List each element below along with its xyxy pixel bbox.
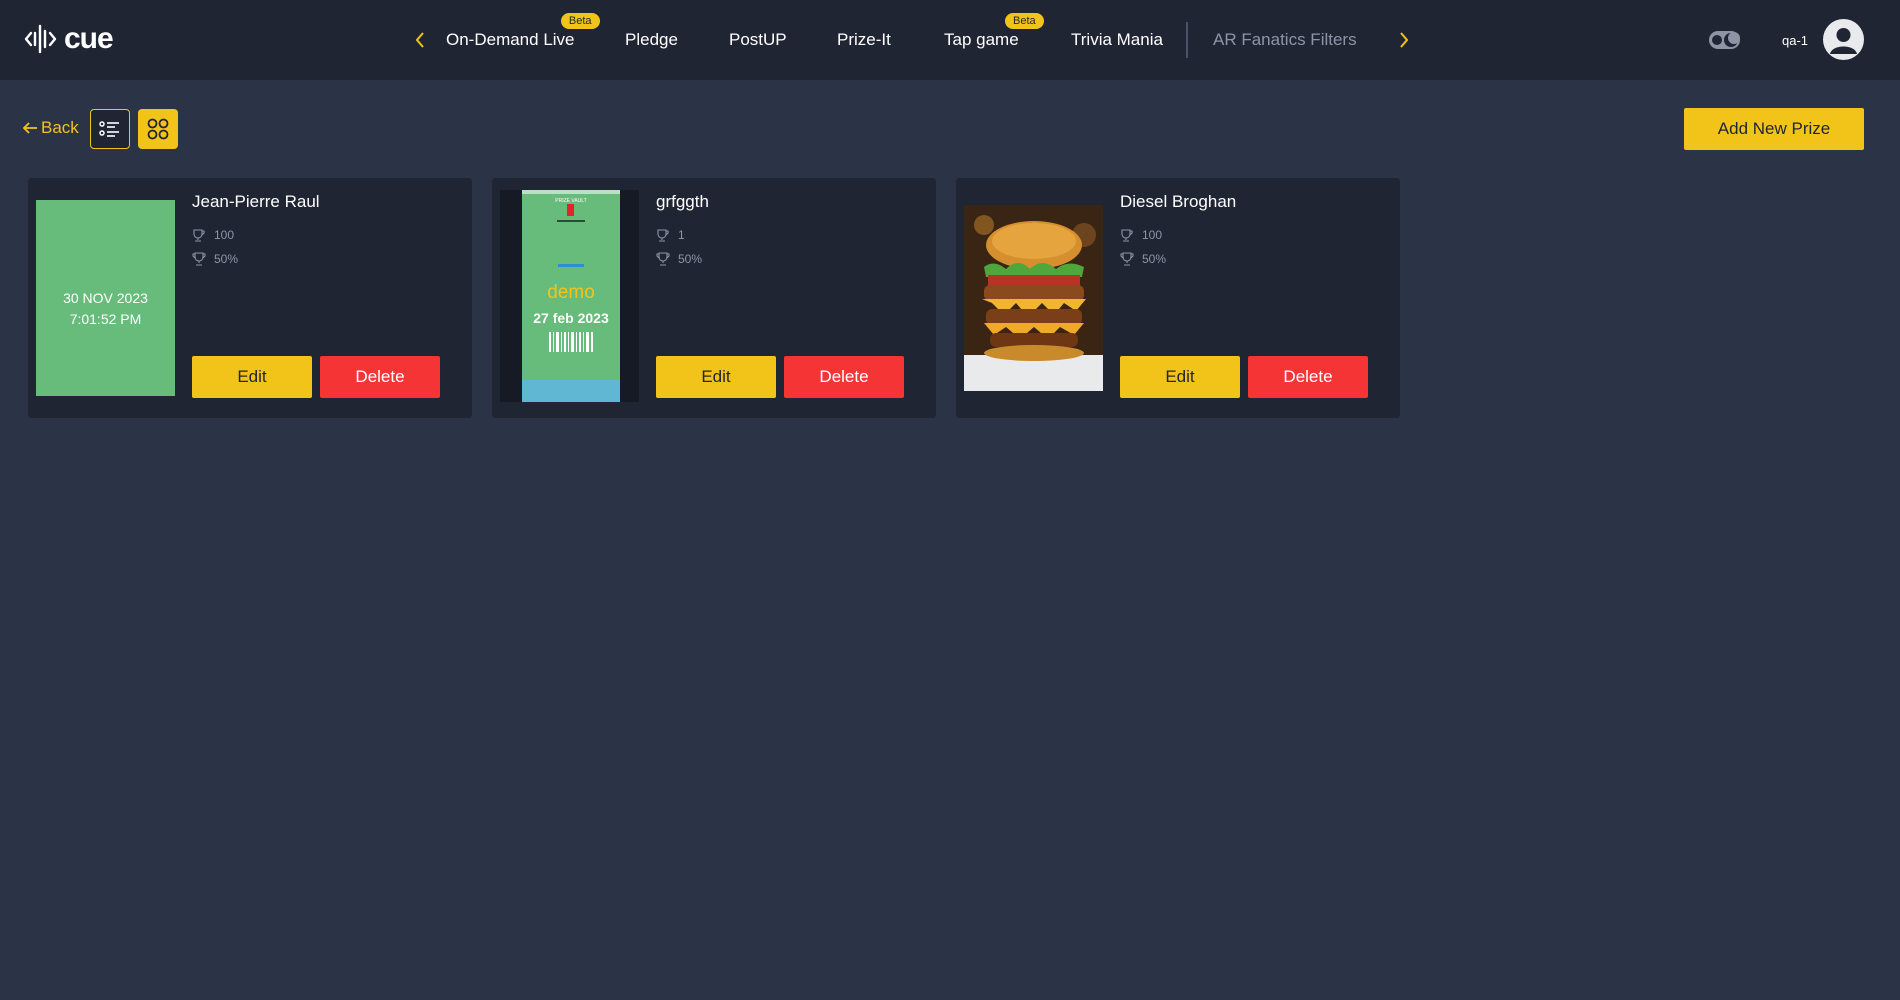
back-link[interactable]: Back <box>21 118 79 138</box>
toggle-knob <box>1712 35 1722 45</box>
nav-item-label: Prize-It <box>837 30 891 49</box>
burger-photo <box>964 205 1103 391</box>
beta-badge: Beta <box>560 13 600 29</box>
cue-logo[interactable]: cue <box>24 22 114 56</box>
prize-probability: 50% <box>192 252 238 266</box>
ticket-line <box>557 220 585 222</box>
trophy-stack-icon <box>193 229 205 242</box>
nav-item-postup[interactable]: PostUP <box>729 30 787 50</box>
prize-quantity: 100 <box>192 228 234 242</box>
delete-button[interactable]: Delete <box>320 356 440 398</box>
nav-item-label: Trivia Mania <box>1071 30 1163 49</box>
ticket-graphic: PRIZE VAULT demo 27 feb 2023 <box>522 190 620 402</box>
grid-icon <box>147 118 169 140</box>
top-bar: cue On-Demand Live Beta Pledge PostUP Pr… <box>0 0 1900 80</box>
nav-item-label: Pledge <box>625 30 678 49</box>
grid-view-button[interactable] <box>138 109 178 149</box>
username: qa-1 <box>1782 33 1809 48</box>
nav-item-ar-fanatics-filters[interactable]: AR Fanatics Filters <box>1213 30 1357 50</box>
nav-item-label: PostUP <box>729 30 787 49</box>
edit-button[interactable]: Edit <box>192 356 312 398</box>
trophy-icon <box>1120 252 1134 266</box>
nav-item-tap-game[interactable]: Tap game Beta <box>944 13 1044 50</box>
brand-name: cue <box>64 22 114 55</box>
theme-toggle[interactable] <box>1709 31 1740 49</box>
prize-image-date: 30 NOV 2023 <box>63 290 148 306</box>
prize-title: Diesel Broghan <box>1120 192 1237 211</box>
beta-badge: Beta <box>1005 13 1044 29</box>
prize-probability: 50% <box>1120 252 1166 266</box>
list-icon <box>99 121 119 137</box>
ticket-brand: demo <box>547 282 595 303</box>
chevron-left-icon <box>415 32 424 48</box>
nav-divider <box>1186 22 1188 58</box>
nav-next-arrow[interactable] <box>1392 27 1416 53</box>
nav-item-pledge[interactable]: Pledge <box>625 30 678 50</box>
prize-card: Diesel Broghan 100 50% Edit Delete <box>956 178 1400 418</box>
nav-item-label: On-Demand Live <box>446 30 575 49</box>
ticket-red-marker <box>567 204 574 216</box>
delete-button[interactable]: Delete <box>784 356 904 398</box>
trophy-stack-icon <box>657 229 669 242</box>
arrow-left-icon <box>22 122 37 134</box>
edit-button[interactable]: Edit <box>1120 356 1240 398</box>
delete-button[interactable]: Delete <box>1248 356 1368 398</box>
prize-probability-value: 50% <box>214 252 239 266</box>
prize-image-time: 7:01:52 PM <box>69 311 142 327</box>
ticket-top-bar <box>522 190 620 194</box>
nav-item-label: Tap game <box>944 30 1019 49</box>
nav-item-trivia-mania[interactable]: Trivia Mania <box>1071 30 1163 50</box>
ticket-date: 27 feb 2023 <box>533 310 609 326</box>
trophy-icon <box>192 252 206 266</box>
waveform-icon <box>24 24 57 54</box>
ticket-footer <box>522 380 620 402</box>
nav-item-on-demand-live[interactable]: On-Demand Live Beta <box>446 13 600 50</box>
prize-image: PRIZE VAULT demo 27 feb 2023 <box>500 190 639 402</box>
nav-item-label: AR Fanatics Filters <box>1213 30 1357 49</box>
prize-quantity: 100 <box>1120 228 1162 242</box>
prize-quantity-value: 100 <box>1142 228 1163 242</box>
list-view-button[interactable] <box>90 109 130 149</box>
prize-card: 30 NOV 2023 7:01:52 PM Jean-Pierre Raul … <box>28 178 472 418</box>
nav-prev-arrow[interactable] <box>408 27 432 53</box>
prize-probability-value: 50% <box>1142 252 1167 266</box>
trophy-stack-icon <box>1121 229 1133 242</box>
prize-probability: 50% <box>656 252 702 266</box>
back-label: Back <box>41 118 79 137</box>
trophy-icon <box>656 252 670 266</box>
prize-title: Jean-Pierre Raul <box>192 192 320 211</box>
nav-item-prize-it[interactable]: Prize-It <box>837 30 891 50</box>
barcode-icon <box>549 332 593 352</box>
prize-title: grfggth <box>656 192 709 211</box>
prize-probability-value: 50% <box>678 252 703 266</box>
prize-quantity-value: 100 <box>214 228 235 242</box>
ticket-blue-line <box>558 264 584 267</box>
prize-card: PRIZE VAULT demo 27 feb 2023 grfggth 1 5… <box>492 178 936 418</box>
add-new-prize-button[interactable]: Add New Prize <box>1684 108 1864 150</box>
chevron-right-icon <box>1400 32 1409 48</box>
edit-button[interactable]: Edit <box>656 356 776 398</box>
prize-image: 30 NOV 2023 7:01:52 PM <box>36 200 175 396</box>
prize-image <box>964 205 1103 391</box>
user-icon <box>1830 28 1857 54</box>
avatar[interactable] <box>1823 19 1864 60</box>
moon-icon <box>1724 32 1740 47</box>
prize-quantity-value: 1 <box>678 228 685 242</box>
prize-quantity: 1 <box>656 228 685 242</box>
